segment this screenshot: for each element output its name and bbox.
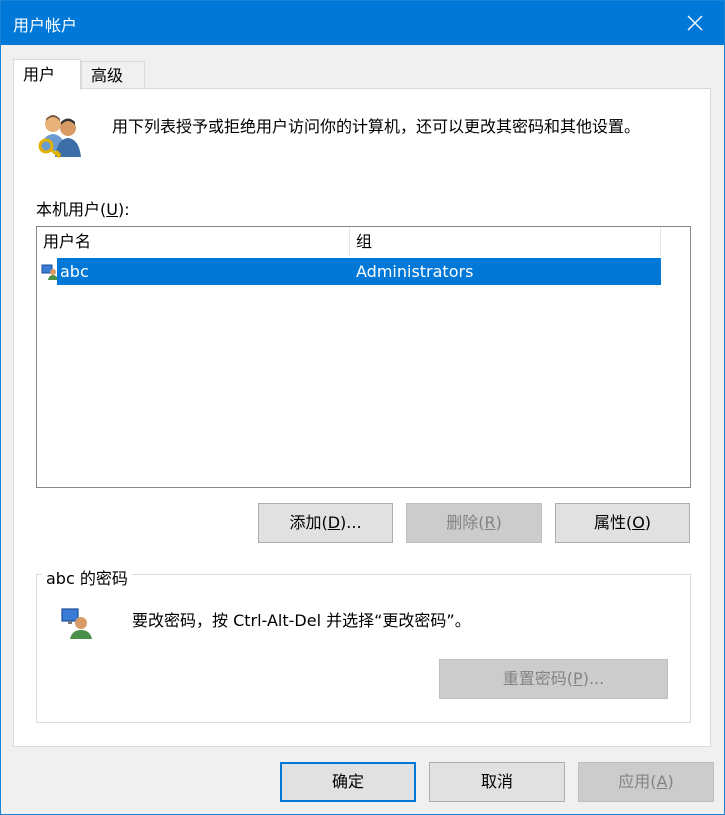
password-groupbox-title: abc 的密码 — [42, 565, 132, 589]
row-group: Administrators — [356, 262, 474, 281]
add-button-prefix: 添加( — [289, 513, 328, 532]
reset-password-button-accel: P — [573, 669, 583, 688]
password-groupbox — [36, 574, 691, 723]
row-username: abc — [60, 262, 89, 281]
add-button-accel: D — [327, 513, 341, 532]
column-header-group[interactable]: 组 — [350, 227, 661, 256]
local-users-label-accel: U — [106, 200, 118, 219]
reset-password-button[interactable]: 重置密码(P)... — [439, 659, 668, 699]
users-listview[interactable]: 用户名 组 abc Administrators — [36, 226, 691, 488]
cancel-button[interactable]: 取消 — [429, 762, 565, 802]
remove-button[interactable]: 删除(R) — [406, 503, 542, 543]
local-users-label-suffix: ): — [117, 200, 130, 219]
properties-button-suffix: ) — [644, 513, 652, 532]
table-row[interactable]: abc Administrators — [37, 258, 661, 285]
tab-users[interactable]: 用户 — [13, 59, 81, 90]
user-monitor-icon — [61, 608, 92, 639]
users-key-icon — [38, 115, 81, 159]
users-tab-panel: 用下列表授予或拒绝用户访问你的计算机，还可以更改其密码和其他设置。 本机用户(U… — [13, 88, 711, 747]
properties-button[interactable]: 属性(O) — [555, 503, 690, 543]
properties-button-prefix: 属性( — [593, 513, 633, 532]
apply-button-prefix: 应用( — [618, 772, 657, 791]
intro-text: 用下列表授予或拒绝用户访问你的计算机，还可以更改其密码和其他设置。 — [112, 117, 641, 136]
add-button[interactable]: 添加(D)... — [258, 503, 393, 543]
reset-password-button-suffix: )... — [582, 669, 605, 688]
local-users-label-prefix: 本机用户( — [36, 200, 107, 219]
local-users-label: 本机用户(U): — [36, 196, 130, 220]
window-title: 用户帐户 — [13, 16, 78, 35]
ok-button[interactable]: 确定 — [280, 762, 416, 802]
listview-header: 用户名 组 — [37, 227, 661, 256]
tab-advanced[interactable]: 高级 — [81, 61, 145, 88]
column-header-username[interactable]: 用户名 — [37, 227, 350, 256]
tab-advanced-label: 高级 — [91, 66, 124, 85]
password-instruction-text: 要改密码，按 Ctrl-Alt-Del 并选择“更改密码”。 — [132, 611, 471, 630]
title-bar[interactable]: 用户帐户 — [1, 1, 724, 45]
remove-button-accel: R — [484, 513, 496, 532]
tab-users-label: 用户 — [23, 65, 56, 84]
properties-button-accel: O — [632, 513, 645, 532]
apply-button[interactable]: 应用(A) — [578, 762, 714, 802]
close-button[interactable] — [666, 1, 724, 45]
reset-password-button-prefix: 重置密码( — [502, 669, 574, 688]
close-icon — [687, 15, 703, 31]
add-button-suffix: )... — [340, 513, 362, 532]
apply-button-accel: A — [656, 772, 668, 791]
apply-button-suffix: ) — [667, 772, 674, 791]
remove-button-prefix: 删除( — [446, 513, 485, 532]
user-accounts-window: 用户帐户 用户 高级 用下列表授予或拒绝用户访问你的计算机，还可以更改其密码和其… — [0, 0, 725, 815]
remove-button-suffix: ) — [495, 513, 502, 532]
